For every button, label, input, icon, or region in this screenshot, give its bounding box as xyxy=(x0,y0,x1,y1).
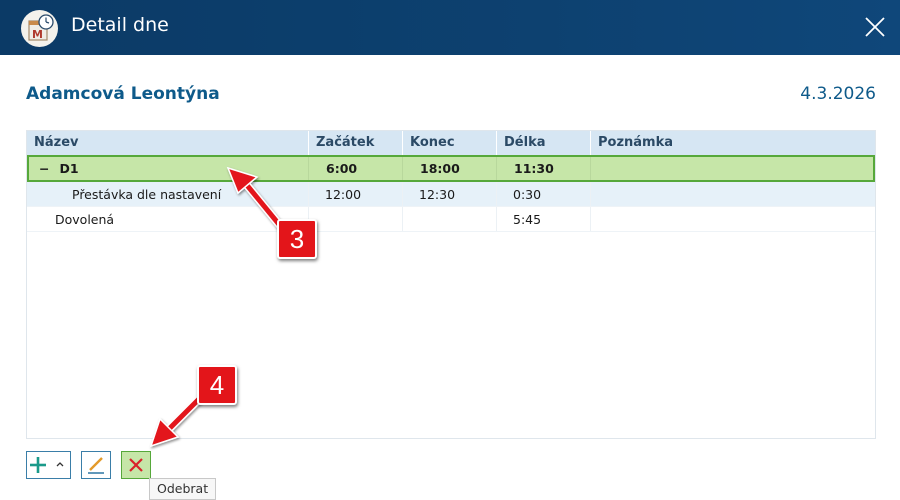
grid-header: Název Začátek Konec Délka Poznámka xyxy=(27,131,875,155)
row-end xyxy=(403,207,497,231)
row-note xyxy=(591,207,875,231)
row-end: 12:30 xyxy=(403,182,497,206)
edit-button[interactable] xyxy=(81,451,111,479)
row-note xyxy=(591,182,875,206)
detail-dne-dialog: M Detail dne Adamcová Leontýna 4.3.2026 … xyxy=(0,0,900,500)
table-row[interactable]: Přestávka dle nastavení 12:00 12:30 0:30 xyxy=(27,182,875,207)
collapse-toggle[interactable]: − xyxy=(39,161,49,176)
table-row[interactable]: − D1 6:00 18:00 11:30 xyxy=(27,155,875,182)
row-name: Přestávka dle nastavení xyxy=(27,182,309,206)
column-header-zacatek[interactable]: Začátek xyxy=(309,131,403,155)
table-row[interactable]: Dovolená 5:45 xyxy=(27,207,875,232)
column-header-nazev[interactable]: Název xyxy=(27,131,309,155)
annotation-callout-3: 3 xyxy=(277,219,317,259)
column-header-delka[interactable]: Délka xyxy=(497,131,591,155)
window-title: Detail dne xyxy=(71,14,169,36)
pencil-icon xyxy=(88,457,104,474)
row-start xyxy=(309,207,403,231)
title-bar: M Detail dne xyxy=(0,0,900,55)
day-records-grid: Název Začátek Konec Délka Poznámka − D1 … xyxy=(26,130,876,439)
row-length: 5:45 xyxy=(497,207,591,231)
remove-button[interactable] xyxy=(121,451,151,479)
row-note xyxy=(591,157,873,180)
close-icon xyxy=(865,17,885,37)
row-end: 18:00 xyxy=(403,157,497,180)
add-button[interactable] xyxy=(26,451,71,479)
column-header-konec[interactable]: Konec xyxy=(403,131,497,155)
remove-tooltip: Odebrat xyxy=(149,478,217,500)
close-button[interactable] xyxy=(864,16,886,38)
row-start: 12:00 xyxy=(309,182,403,206)
caret-up-icon xyxy=(56,462,63,467)
plus-icon xyxy=(29,457,63,473)
person-name: Adamcová Leontýna xyxy=(26,84,220,104)
calendar-clock-icon: M xyxy=(21,10,58,47)
row-start: 6:00 xyxy=(309,157,403,180)
svg-text:M: M xyxy=(32,28,43,41)
row-length: 11:30 xyxy=(497,157,591,180)
day-date: 4.3.2026 xyxy=(800,84,876,104)
column-header-poznamka[interactable]: Poznámka xyxy=(591,131,875,155)
row-name: Dovolená xyxy=(27,207,309,231)
row-length: 0:30 xyxy=(497,182,591,206)
row-name: D1 xyxy=(59,161,79,176)
annotation-callout-4: 4 xyxy=(197,365,237,405)
x-icon xyxy=(129,458,143,472)
